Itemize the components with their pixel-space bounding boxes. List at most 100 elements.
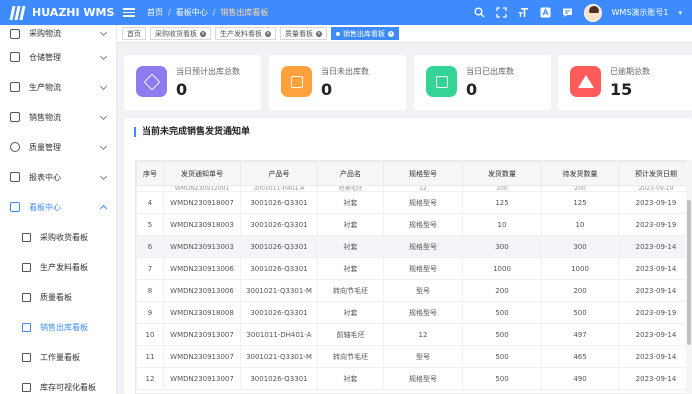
- column-header[interactable]: 预计发货日期: [618, 161, 692, 186]
- table-cell: WMDN230913006: [163, 257, 241, 280]
- close-icon[interactable]: ×: [265, 30, 271, 37]
- sidebar-subitem-purchase-receiving[interactable]: 采购收货看板: [0, 222, 116, 252]
- translate-icon[interactable]: [540, 7, 552, 19]
- sidebar-item-label: 销售出库看板: [40, 322, 88, 332]
- table-cell: 500: [462, 323, 542, 346]
- column-header[interactable]: 发货数量: [462, 161, 542, 186]
- table-cell: 465: [541, 345, 619, 368]
- table-cell: 200: [462, 279, 542, 302]
- table-row[interactable]: 5 WMDN230918003 3001026-Q3301 衬套 规格型号 10 10 202…: [136, 213, 692, 236]
- sidebar-item-reports[interactable]: 报表中心: [0, 162, 116, 192]
- tab-purchase-receiving[interactable]: 采购收货看板 ×: [150, 27, 211, 40]
- breadcrumb: 首页 / 看板中心 / 销售出库看板: [147, 7, 268, 18]
- user-name[interactable]: WMS演示账号1: [612, 7, 669, 18]
- table-row[interactable]: 6 WMDN230913003 3001026-Q3301 衬套 规格型号 300 300 2…: [136, 235, 692, 258]
- table-cell: 转向节毛坯: [317, 279, 384, 302]
- column-header[interactable]: 序号: [136, 161, 164, 186]
- close-icon[interactable]: ×: [200, 30, 206, 37]
- fullscreen-icon[interactable]: [496, 7, 508, 19]
- chart-board-icon: [22, 382, 31, 392]
- column-header[interactable]: 待发货数量: [541, 161, 619, 186]
- sidebar-item-warehouse[interactable]: 仓储管理: [0, 42, 116, 72]
- sidebar-item-label: 质量看板: [40, 292, 72, 302]
- column-header[interactable]: 规格型号: [383, 161, 463, 186]
- column-header[interactable]: 发货通知单号: [163, 161, 241, 186]
- tab-home[interactable]: 首页: [122, 27, 146, 40]
- scrollbar-thumb[interactable]: [687, 200, 691, 345]
- brand-logo[interactable]: HUAZHI WMS: [0, 5, 117, 21]
- table-cell: 1000: [462, 257, 542, 280]
- tabs-bar: 首页 采购收货看板 × 生产发料看板 × 质量看板 × 销售出库看板 ×: [117, 25, 692, 43]
- tab-label: 销售出库看板: [343, 29, 385, 38]
- table-cell: 6: [136, 235, 164, 258]
- table-row[interactable]: 10 WMDN230913007 3001011-DH401-A 前轴毛坯 12 500 4…: [136, 323, 692, 346]
- chart-board-icon: [22, 262, 31, 272]
- table-cell: 3001026-Q3301: [240, 235, 318, 258]
- chevron-down-icon: [99, 82, 108, 91]
- table-row[interactable]: 12 WMDN230913007 3001026-Q3301 衬套 规格型号 500 490…: [136, 367, 692, 390]
- column-header[interactable]: 产品名: [317, 161, 384, 186]
- table-cell: 2023-09-14: [618, 279, 692, 302]
- header-tools: WMS演示账号1 ▾: [474, 3, 692, 22]
- table-cell: 3001026-Q3301: [240, 257, 318, 280]
- table-cell: 10: [541, 213, 619, 236]
- table-cell: 12: [136, 367, 164, 390]
- sidebar-subitem-sales-outbound[interactable]: 销售出库看板: [0, 312, 116, 342]
- message-icon[interactable]: [562, 7, 574, 19]
- table-row[interactable]: 11 WMDN230913007 3001021-Q3301-M 转向节毛坯 型号 500…: [136, 345, 692, 368]
- sidebar-subitem-inventory-visual[interactable]: 库存可视化看板: [0, 372, 116, 394]
- font-size-icon[interactable]: [518, 7, 530, 19]
- column-header[interactable]: 产品号: [240, 161, 318, 186]
- sidebar-item-sales[interactable]: 销售物流: [0, 102, 116, 132]
- sidebar-item-label: 采购物流: [29, 29, 61, 38]
- breadcrumb-home[interactable]: 首页: [147, 7, 163, 18]
- sidebar-subitem-quality-board[interactable]: 质量看板: [0, 282, 116, 312]
- table-cell: 490: [541, 367, 619, 390]
- sidebar-item-quality[interactable]: 质量管理: [0, 132, 116, 162]
- tab-label: 生产发料看板: [220, 29, 262, 38]
- tab-production-issue[interactable]: 生产发料看板 ×: [215, 27, 276, 40]
- sidebar-subitem-production-issue[interactable]: 生产发料看板: [0, 252, 116, 282]
- table-cell: 2023-09-19: [618, 213, 692, 236]
- table-row[interactable]: 8 WMDN230913006 3001021-Q3301-M 转向节毛坯 型号 200 2…: [136, 279, 692, 302]
- tab-sales-outbound[interactable]: 销售出库看板 ×: [331, 27, 399, 40]
- table-row[interactable]: 7 WMDN230913006 3001026-Q3301 衬套 规格型号 1000 100…: [136, 257, 692, 280]
- close-icon[interactable]: ×: [388, 30, 394, 37]
- table-row[interactable]: 9 WMDN230918008 3001026-Q3301 衬套 规格型号 500 500 2…: [136, 301, 692, 324]
- table-cell: 衬套: [317, 235, 384, 258]
- panel-title: 当前未完成销售发货通知单: [134, 127, 250, 137]
- table-cell: 3001026-Q3301: [240, 367, 318, 390]
- sidebar-item-dashboard-center[interactable]: 看板中心: [0, 192, 116, 222]
- breadcrumb-dashboard-center[interactable]: 看板中心: [176, 7, 208, 18]
- table-cell: 规格型号: [383, 301, 463, 324]
- sidebar-item-label: 生产物流: [29, 82, 61, 92]
- table-cell: 11: [136, 345, 164, 368]
- table-cell: 3001026-Q3301: [240, 191, 318, 214]
- table-row[interactable]: 4 WMDN230918007 3001026-Q3301 衬套 规格型号 125 125 2…: [136, 191, 692, 214]
- chevron-down-icon[interactable]: ▾: [678, 9, 682, 17]
- table-cell: 2023-09-14: [618, 345, 692, 368]
- tab-quality[interactable]: 质量看板 ×: [280, 27, 327, 40]
- table-cell: 转向节毛坯: [317, 345, 384, 368]
- table-cell: 2023-09-14: [618, 257, 692, 280]
- table-scrollbar[interactable]: [686, 160, 692, 394]
- notices-table: 序号 发货通知单号 产品号 产品名 规格型号 发货数量 待发货数量 预计发货日期…: [135, 160, 692, 394]
- box-icon: [136, 66, 167, 97]
- sidebar-item-label: 生产发料看板: [40, 262, 88, 272]
- tab-label: 首页: [127, 29, 141, 38]
- table-cell: 3001011-DH401-A: [240, 323, 318, 346]
- menu-toggle-icon[interactable]: [123, 6, 135, 19]
- close-icon[interactable]: ×: [316, 30, 322, 37]
- stat-card-shipped: 当日已出库数 0: [414, 55, 551, 110]
- table-cell: 125: [462, 191, 542, 214]
- search-icon[interactable]: [474, 7, 486, 19]
- table-cell: 500: [462, 345, 542, 368]
- sidebar-item-purchase-logistics[interactable]: 采购物流: [0, 25, 116, 42]
- table-cell: 衬套: [317, 367, 384, 390]
- sidebar-item-label: 采购收货看板: [40, 232, 88, 242]
- table-cell: 3001026-Q3301: [240, 213, 318, 236]
- sidebar-subitem-workload[interactable]: 工作量看板: [0, 342, 116, 372]
- brand-name: HUAZHI WMS: [32, 6, 115, 19]
- sidebar-item-production[interactable]: 生产物流: [0, 72, 116, 102]
- user-avatar[interactable]: [583, 3, 602, 22]
